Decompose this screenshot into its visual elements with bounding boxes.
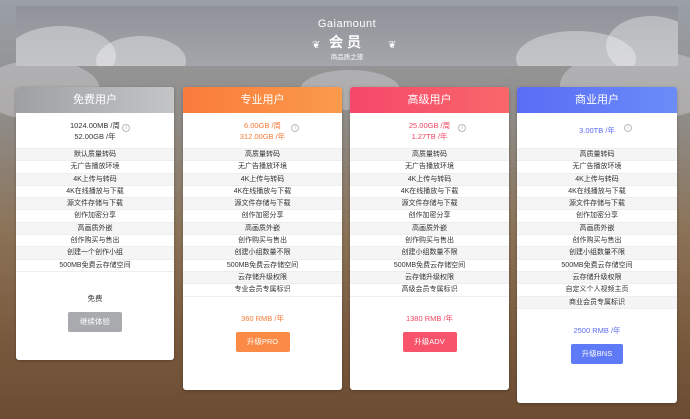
feature-item: 创作加密分享 xyxy=(16,210,174,223)
plan-card-business: 商业用户 3.00TB /年 i 高质量转码 无广告播放环境 4K上传与转码 4… xyxy=(517,87,677,403)
feature-item: 4K在线播放与下载 xyxy=(517,186,677,199)
feature-item: 4K上传与转码 xyxy=(517,173,677,186)
feature-item: 高质量转码 xyxy=(517,149,677,162)
feature-item: 无广告播放环境 xyxy=(183,161,342,174)
plan-price: 1380 RMB /年 xyxy=(405,313,454,323)
plan-card-free: 免费用户 1024.00MB /周 52.00GB /年 i 默认质量转码 无广… xyxy=(16,87,174,360)
upgrade-adv-button[interactable]: 升级ADV xyxy=(402,331,457,352)
upgrade-bns-button[interactable]: 升级BNS xyxy=(571,343,623,364)
quota-week: 1024.00MB /周 xyxy=(69,121,121,130)
feature-item: 创建小组数量不限 xyxy=(350,247,509,260)
feature-item: 创作购买与售出 xyxy=(183,235,342,248)
feature-item: 默认质量转码 xyxy=(16,149,174,162)
feature-item: 500MB免费云存储空间 xyxy=(517,260,677,272)
quota-year: 52.00GB /年 xyxy=(74,132,116,141)
feature-item: 商业会员专属标识 xyxy=(517,296,677,309)
quota-week: 25.00GB /周 xyxy=(408,121,451,130)
plan-title: 高级用户 xyxy=(350,87,509,113)
plan-title: 商业用户 xyxy=(517,87,677,113)
quota-year: 3.00TB /年 xyxy=(579,126,615,135)
plan-quota: 1024.00MB /周 52.00GB /年 i xyxy=(16,113,174,149)
feature-item: 高级会员专属标识 xyxy=(350,284,509,297)
feature-item: 创作购买与售出 xyxy=(517,235,677,248)
plan-price: 360 RMB /年 xyxy=(241,313,284,323)
feature-item: 源文件存储与下载 xyxy=(517,198,677,211)
feature-list: 高质量转码 无广告播放环境 4K上传与转码 4K在线播放与下载 源文件存储与下载… xyxy=(350,149,509,297)
info-icon[interactable]: i xyxy=(624,124,632,132)
brand-name: Gaiamount xyxy=(317,18,377,30)
info-icon[interactable]: i xyxy=(291,124,299,132)
feature-item: 创作加密分享 xyxy=(517,210,677,223)
feature-list: 高质量转码 无广告播放环境 4K上传与转码 4K在线播放与下载 源文件存储与下载… xyxy=(517,149,677,309)
feature-item: 创建一个创作小组 xyxy=(16,247,174,260)
plan-quota: 3.00TB /年 i xyxy=(517,113,677,149)
feature-item: 4K在线播放与下载 xyxy=(16,186,174,199)
plan-title: 专业用户 xyxy=(183,87,342,113)
feature-list: 默认质量转码 无广告播放环境 4K上传与转码 4K在线播放与下载 源文件存储与下… xyxy=(16,149,174,272)
quota-week: 6.00GB /周 xyxy=(243,121,282,130)
feature-list: 高质量转码 无广告播放环境 4K上传与转码 4K在线播放与下载 源文件存储与下载… xyxy=(183,149,342,297)
feature-item: 创作购买与售出 xyxy=(350,235,509,248)
page-title: 会员 xyxy=(329,34,365,50)
feature-item: 4K上传与转码 xyxy=(183,173,342,186)
feature-item: 4K在线播放与下载 xyxy=(350,186,509,199)
quota-year: 312.00GB /年 xyxy=(239,132,286,141)
feature-item: 500MB免费云存储空间 xyxy=(183,260,342,272)
feature-item: 云存储升级权限 xyxy=(517,271,677,285)
feature-item: 高质量转码 xyxy=(183,149,342,162)
plan-price: 2500 RMB /年 xyxy=(573,325,621,335)
plan-title: 免费用户 xyxy=(16,87,174,113)
plan-quota: 25.00GB /周 1.27TB /年 i xyxy=(350,113,509,149)
feature-item: 专业会员专属标识 xyxy=(183,284,342,297)
plan-price: 免费 xyxy=(87,293,103,303)
quota-year: 1.27TB /年 xyxy=(411,132,448,141)
feature-item: 高画质外嵌 xyxy=(517,222,677,236)
continue-trial-button[interactable]: 继续体验 xyxy=(68,311,122,332)
feature-item: 4K上传与转码 xyxy=(350,173,509,186)
feature-item: 无广告播放环境 xyxy=(350,161,509,174)
feature-item: 源文件存储与下载 xyxy=(16,198,174,211)
feature-item: 500MB免费云存储空间 xyxy=(16,260,174,272)
info-icon[interactable]: i xyxy=(458,124,466,132)
feature-item: 云存储升级权限 xyxy=(350,271,509,285)
feature-item: 源文件存储与下载 xyxy=(183,198,342,211)
feature-item: 创作加密分享 xyxy=(183,210,342,223)
feature-item: 高画质外嵌 xyxy=(350,222,509,236)
upgrade-pro-button[interactable]: 升级PRO xyxy=(235,331,290,352)
feature-item: 自定义个人视频主页 xyxy=(517,284,677,297)
feature-item: 云存储升级权限 xyxy=(183,271,342,285)
feature-item: 高画质外嵌 xyxy=(183,222,342,236)
feature-item: 高画质外嵌 xyxy=(16,222,174,236)
feature-item: 无广告播放环境 xyxy=(517,161,677,174)
plan-quota: 6.00GB /周 312.00GB /年 i xyxy=(183,113,342,149)
feature-item: 4K在线播放与下载 xyxy=(183,186,342,199)
feature-item: 无广告播放环境 xyxy=(16,161,174,174)
feature-item: 创作加密分享 xyxy=(350,210,509,223)
feature-item: 源文件存储与下载 xyxy=(350,198,509,211)
feature-item: 创建小组数量不限 xyxy=(183,247,342,260)
plan-card-advanced: 高级用户 25.00GB /周 1.27TB /年 i 高质量转码 无广告播放环… xyxy=(350,87,509,390)
feature-item: 创作购买与售出 xyxy=(16,235,174,248)
page-subtitle: 商品质之旅 xyxy=(330,54,364,61)
feature-item: 创建小组数量不限 xyxy=(517,247,677,260)
info-icon[interactable]: i xyxy=(122,124,130,132)
laurel-right-icon: ❦ xyxy=(388,40,397,51)
feature-item: 高质量转码 xyxy=(350,149,509,162)
plan-card-pro: 专业用户 6.00GB /周 312.00GB /年 i 高质量转码 无广告播放… xyxy=(183,87,342,390)
feature-item: 4K上传与转码 xyxy=(16,173,174,186)
feature-item: 500MB免费云存储空间 xyxy=(350,260,509,272)
header-banner: Gaiamount ❦ 会员 ❦ 商品质之旅 xyxy=(16,6,678,66)
